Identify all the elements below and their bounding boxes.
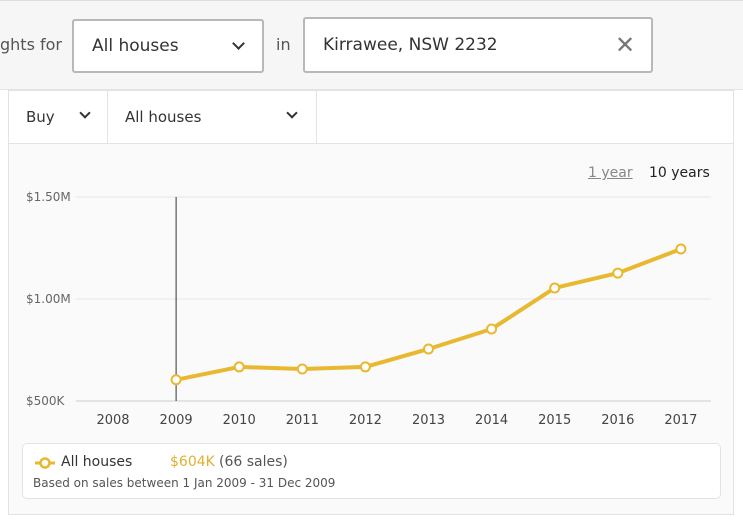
data-point (486, 323, 498, 335)
legend-note: Based on sales between 1 Jan 2009 - 31 D… (33, 476, 336, 490)
x-tick-label: 2008 (96, 413, 129, 428)
x-tick-label: 2009 (160, 413, 193, 428)
x-tick-label: 2014 (475, 413, 508, 428)
data-point (612, 267, 624, 279)
y-tick-label: $1.00M (26, 292, 71, 306)
series-marker-icon (35, 457, 55, 469)
legend-value: $604K (170, 454, 215, 470)
x-tick-label: 2010 (223, 413, 256, 428)
x-tick-label: 2013 (412, 413, 445, 428)
data-point (359, 361, 371, 373)
data-point (296, 363, 308, 375)
x-tick-label: 2012 (349, 413, 382, 428)
legend-series: All houses (61, 454, 133, 470)
data-point (675, 243, 687, 255)
legend-sales: (66 sales) (219, 454, 288, 470)
data-point (233, 361, 245, 373)
x-tick-label: 2011 (286, 413, 319, 428)
x-tick-label: 2017 (664, 413, 697, 428)
y-tick-label: $1.50M (26, 190, 71, 204)
legend-box: All houses $604K (66 sales) Based on sal… (22, 443, 721, 499)
data-point (549, 282, 561, 294)
x-tick-label: 2016 (601, 413, 634, 428)
x-tick-label: 2015 (538, 413, 571, 428)
series-line (175, 247, 682, 382)
y-tick-label: $500K (26, 394, 66, 408)
data-point (423, 343, 434, 355)
data-point (170, 374, 182, 386)
